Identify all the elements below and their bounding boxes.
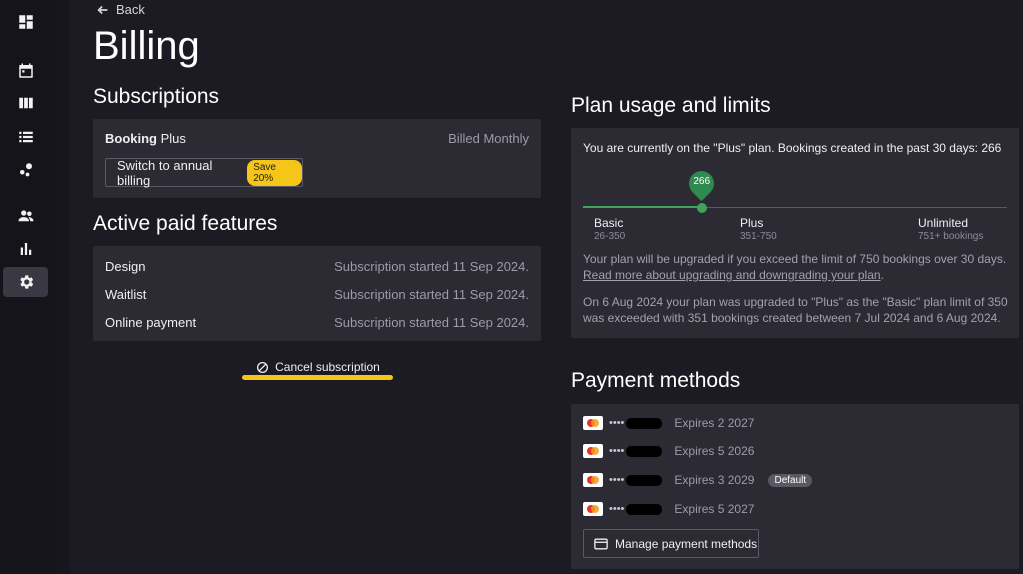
plan-brand: Booking xyxy=(105,131,157,146)
subscriptions-title: Subscriptions xyxy=(93,85,220,108)
features-title: Active paid features xyxy=(93,212,278,235)
tier-name: Plus xyxy=(740,216,764,230)
default-badge: Default xyxy=(768,473,813,487)
usage-card: You are currently on the "Plus" plan. Bo… xyxy=(571,128,1019,338)
redacted-digits xyxy=(626,417,663,429)
feature-name: Online payment xyxy=(105,315,197,330)
cancel-highlight xyxy=(242,375,393,380)
feature-row: Design Subscription started 11 Sep 2024. xyxy=(105,259,529,279)
usage-title: Plan usage and limits xyxy=(571,94,771,117)
masked-number: •••• xyxy=(609,445,625,457)
redacted-digits xyxy=(626,503,663,515)
mastercard-icon xyxy=(583,416,603,430)
tier-unlimited: Unlimited 751+ bookings xyxy=(918,216,983,242)
save-badge: Save 20% xyxy=(247,159,302,186)
payment-method-row[interactable]: •••• Expires 2 2027 xyxy=(583,414,754,432)
card-expiry: Expires 5 2026 xyxy=(674,444,755,458)
redacted-digits xyxy=(626,474,663,486)
feature-status: Subscription started 11 Sep 2024. xyxy=(334,287,529,302)
manage-payment-methods-button[interactable]: Manage payment methods xyxy=(583,529,759,558)
billing-cycle: Billed Monthly xyxy=(448,131,529,146)
plan-name: Booking Plus xyxy=(105,131,186,146)
credit-card-icon xyxy=(594,538,608,549)
tier-range: 751+ bookings xyxy=(918,231,984,242)
card-expiry: Expires 5 2027 xyxy=(674,502,755,516)
usage-note: Your plan will be upgraded if you exceed… xyxy=(583,251,1013,283)
tier-name: Unlimited xyxy=(918,216,969,230)
manage-payment-label: Manage payment methods xyxy=(615,536,758,551)
feature-name: Waitlist xyxy=(105,287,147,302)
payment-title: Payment methods xyxy=(571,369,741,392)
list-icon[interactable] xyxy=(3,122,48,152)
tier-range: 26-350 xyxy=(594,231,626,242)
back-link[interactable]: Back xyxy=(96,2,145,17)
switch-annual-button[interactable]: Switch to annual billing Save 20% xyxy=(105,157,303,188)
columns-icon[interactable] xyxy=(3,88,48,118)
page-title: Billing xyxy=(93,24,200,68)
payment-method-row[interactable]: •••• Expires 5 2026 xyxy=(583,442,754,460)
usage-marker-value: 266 xyxy=(693,176,711,187)
mastercard-icon xyxy=(583,444,603,458)
usage-marker-dot xyxy=(696,203,707,213)
tier-range: 351-750 xyxy=(740,231,777,242)
masked-number: •••• xyxy=(609,417,625,429)
feature-row: Online payment Subscription started 11 S… xyxy=(105,315,529,335)
tier-plus: Plus 351-750 xyxy=(740,216,777,242)
upgrade-history: On 6 Aug 2024 your plan was upgraded to … xyxy=(583,295,1008,325)
upgrade-note: Your plan will be upgraded if you exceed… xyxy=(583,252,1007,266)
feature-status: Subscription started 11 Sep 2024. xyxy=(334,315,529,330)
features-card: Design Subscription started 11 Sep 2024.… xyxy=(93,246,541,341)
masked-number: •••• xyxy=(609,503,625,515)
block-icon xyxy=(257,361,269,373)
arrow-left-icon xyxy=(97,5,108,14)
feature-status: Subscription started 11 Sep 2024. xyxy=(334,259,529,274)
mastercard-icon xyxy=(583,473,603,487)
usage-summary: You are currently on the "Plus" plan. Bo… xyxy=(583,141,1002,155)
payment-card: •••• Expires 2 2027 •••• Expires 5 2026 … xyxy=(571,404,1019,569)
switch-annual-label: Switch to annual billing xyxy=(117,157,213,188)
redacted-digits xyxy=(626,445,663,457)
content-gutter xyxy=(55,0,70,574)
dashboard-icon[interactable] xyxy=(3,7,48,37)
people-icon[interactable] xyxy=(3,201,48,231)
card-expiry: Expires 3 2029 xyxy=(674,473,755,487)
tier-name: Basic xyxy=(594,216,624,230)
plan-tier: Plus xyxy=(160,131,186,146)
feature-row: Waitlist Subscription started 11 Sep 202… xyxy=(105,287,529,307)
calendar-icon[interactable] xyxy=(3,56,48,86)
payment-method-row[interactable]: •••• Expires 5 2027 xyxy=(583,500,754,518)
cancel-subscription-label: Cancel subscription xyxy=(275,360,380,374)
workflow-icon[interactable] xyxy=(3,155,48,185)
upgrade-info-link[interactable]: Read more about upgrading and downgradin… xyxy=(583,268,881,282)
sidebar xyxy=(0,0,55,574)
masked-number: •••• xyxy=(609,474,625,486)
link-suffix: . xyxy=(880,268,884,282)
subscription-card: Booking Plus Billed Monthly Switch to an… xyxy=(93,119,541,198)
payment-method-row[interactable]: •••• Expires 3 2029 Default xyxy=(583,471,813,489)
usage-track-fill xyxy=(583,206,702,208)
cancel-subscription-button[interactable]: Cancel subscription xyxy=(243,360,393,374)
back-label: Back xyxy=(116,2,145,17)
mastercard-icon xyxy=(583,502,603,516)
tier-basic: Basic 26-350 xyxy=(594,216,625,242)
settings-icon[interactable] xyxy=(3,267,48,297)
card-expiry: Expires 2 2027 xyxy=(674,416,755,430)
bar-chart-icon[interactable] xyxy=(3,234,48,264)
feature-name: Design xyxy=(105,259,146,274)
